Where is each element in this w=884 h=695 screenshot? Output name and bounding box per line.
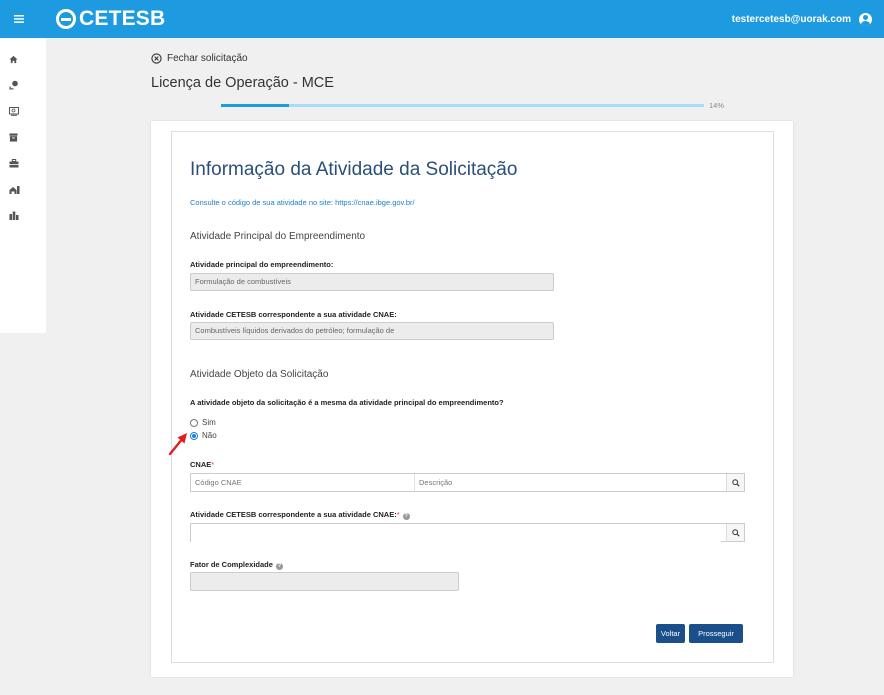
label-atividade-cetesb-obj: Atividade CETESB correspondente a sua at… — [190, 510, 410, 520]
close-request-link[interactable]: Fechar solicitação — [151, 53, 248, 64]
radio-sim[interactable] — [190, 418, 198, 427]
user-menu[interactable]: testercetesb@uorak.com — [731, 12, 872, 26]
account-icon — [859, 12, 872, 26]
sidebar-item-person[interactable] — [0, 72, 46, 98]
field-atividade-cetesb: Combustíveis líquidos derivados do petró… — [190, 322, 554, 340]
form-heading: Informação da Atividade da Solicitação — [190, 159, 518, 180]
atividade-cetesb-input[interactable] — [191, 526, 721, 543]
radio-sim-label: Sim — [202, 418, 216, 427]
section-title-objeto: Atividade Objeto da Solicitação — [190, 369, 329, 380]
menu-button[interactable] — [4, 0, 34, 38]
close-request-label: Fechar solicitação — [167, 53, 248, 64]
search-icon — [731, 528, 740, 537]
label-cnae: CNAE* — [190, 460, 214, 469]
cnae-code-input[interactable] — [191, 474, 415, 491]
atividade-search-button[interactable] — [726, 524, 744, 541]
radio-option-sim[interactable]: Sim — [190, 418, 216, 427]
label-atividade-principal: Atividade principal do empreendimento: — [190, 260, 334, 269]
section-title-principal: Atividade Principal do Empreendimento — [190, 231, 366, 242]
brand-logo[interactable]: CETESB — [56, 7, 165, 31]
question-label: A atividade objeto da solicitação é a me… — [190, 398, 504, 407]
sidebar-item-monitor[interactable] — [0, 98, 46, 124]
cnae-description-input[interactable] — [415, 474, 726, 491]
label-fator-text: Fator de Complexidade — [190, 560, 273, 569]
label-atividade-cetesb: Atividade CETESB correspondente a sua at… — [190, 310, 397, 319]
page-title: Licença de Operação - MCE — [151, 75, 334, 91]
back-button[interactable]: Voltar — [656, 624, 685, 643]
sidebar-item-briefcase[interactable] — [0, 150, 46, 176]
sidebar-item-archive[interactable] — [0, 124, 46, 150]
label-cnae-text: CNAE — [190, 460, 212, 469]
logo-icon — [56, 9, 76, 29]
form-panel: Informação da Atividade da Solicitação C… — [171, 131, 774, 663]
required-mark: * — [396, 510, 400, 519]
sidebar — [0, 38, 46, 333]
briefcase-icon — [9, 158, 19, 167]
progress-fill — [221, 104, 289, 107]
brand-name: CETESB — [79, 7, 166, 30]
cnae-hint-link[interactable]: Consulte o código de sua atividade no si… — [190, 198, 415, 207]
radio-nao-label: Não — [202, 431, 217, 440]
close-circle-icon — [151, 53, 162, 64]
sidebar-item-city[interactable] — [0, 202, 46, 228]
required-mark: * — [211, 460, 215, 469]
sidebar-item-house[interactable] — [0, 176, 46, 202]
user-email: testercetesb@uorak.com — [731, 13, 851, 25]
city-icon — [9, 211, 19, 220]
sidebar-item-home[interactable] — [0, 46, 46, 72]
radio-option-nao[interactable]: Não — [190, 431, 217, 440]
search-icon — [731, 478, 740, 487]
progress-label: 14% — [709, 101, 725, 110]
monitor-search-icon — [9, 106, 19, 116]
house-building-icon — [9, 185, 20, 194]
field-atividade-principal: Formulação de combustíveis — [190, 273, 554, 291]
top-bar: CETESB testercetesb@uorak.com — [0, 0, 884, 38]
help-icon[interactable]: ? — [275, 563, 283, 570]
progress-bar — [221, 104, 704, 107]
help-icon[interactable]: ? — [402, 513, 410, 520]
archive-icon — [9, 132, 18, 142]
annotation-arrow-icon — [168, 433, 187, 456]
home-icon — [9, 55, 18, 63]
label-atividade-cetesb-obj-text: Atividade CETESB correspondente a sua at… — [190, 510, 397, 519]
radio-nao[interactable] — [190, 431, 198, 440]
proceed-button[interactable]: Prosseguir — [689, 624, 743, 643]
hamburger-icon — [14, 15, 24, 23]
form-card: Informação da Atividade da Solicitação C… — [151, 121, 793, 677]
atividade-cetesb-input-group — [190, 523, 745, 543]
label-fator: Fator de Complexidade? — [190, 560, 283, 570]
cnae-input-group — [190, 473, 745, 492]
person-pin-icon — [9, 80, 18, 90]
cnae-search-button[interactable] — [726, 474, 744, 491]
field-fator — [190, 572, 459, 591]
